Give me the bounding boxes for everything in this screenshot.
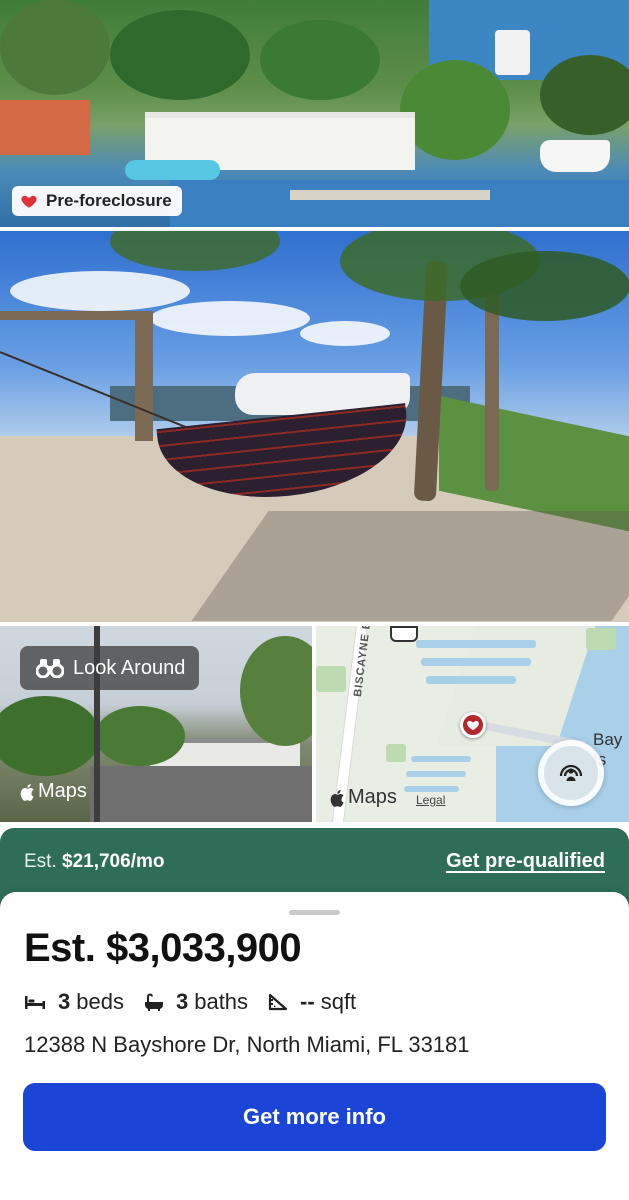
sqft-label: sqft <box>320 989 357 1014</box>
photo-decor <box>125 160 220 180</box>
maps-brand-label: Maps <box>348 786 397 808</box>
photo-decor <box>110 231 280 271</box>
heart-icon <box>21 195 37 208</box>
look-around-button[interactable]: Look Around <box>20 646 200 690</box>
bed-icon <box>25 996 45 1009</box>
look-around-label: Look Around <box>73 656 186 679</box>
map-decor <box>386 744 406 762</box>
map-thumbnail[interactable]: BISCAYNE BLVD Bay Is Maps Legal <box>316 626 629 822</box>
photo-decor <box>10 271 190 311</box>
photo-decor <box>135 311 153 441</box>
photo-decor <box>90 766 312 822</box>
sqft-value: -- <box>300 989 315 1014</box>
bathtub-icon <box>144 993 163 1011</box>
apple-logo-icon <box>20 783 34 801</box>
map-decor <box>416 640 536 648</box>
map-look-around-button[interactable] <box>538 740 604 806</box>
estimated-price: Est. $3,033,900 <box>24 926 302 970</box>
apple-maps-logo: Maps <box>330 786 397 809</box>
property-address: 12388 N Bayshore Dr, North Miami, FL 331… <box>24 1032 470 1057</box>
beds-fact: 3 beds <box>24 989 124 1015</box>
highway-shield-icon <box>390 626 418 642</box>
map-legal-link[interactable]: Legal <box>416 793 445 807</box>
photo-decor <box>0 100 90 155</box>
look-around-person-icon <box>544 746 598 800</box>
get-pre-qualified-link[interactable]: Get pre-qualified <box>446 850 605 873</box>
photo-decor <box>110 10 250 100</box>
sqft-fact: -- sqft <box>268 989 356 1015</box>
ruler-triangle-icon <box>268 993 288 1011</box>
map-place-label-line1: Bay <box>593 730 623 749</box>
photo-decor <box>170 180 629 227</box>
photo-decor <box>300 321 390 346</box>
listing-photo-hammock[interactable] <box>0 231 629 622</box>
photo-decor <box>260 20 380 100</box>
map-decor <box>406 771 466 777</box>
maps-brand-label: Maps <box>38 780 87 802</box>
sheet-drag-handle[interactable] <box>289 910 340 915</box>
baths-fact: 3 baths <box>144 989 248 1015</box>
map-decor <box>411 756 471 762</box>
apple-maps-logo: Maps <box>20 780 87 803</box>
map-decor <box>316 666 346 692</box>
photo-decor <box>460 251 629 321</box>
beds-count: 3 <box>58 989 71 1014</box>
baths-label: baths <box>194 989 249 1014</box>
photo-decor <box>0 696 100 776</box>
map-decor <box>426 676 516 684</box>
photo-decor <box>485 291 499 491</box>
get-more-info-button[interactable]: Get more info <box>23 1083 606 1151</box>
photo-decor <box>540 140 610 172</box>
heart-pin-icon <box>460 712 486 738</box>
photo-decor <box>540 55 629 135</box>
photo-decor <box>495 30 530 75</box>
listing-details-sheet: Est. $3,033,900 3 beds 3 baths -- sqft 1… <box>0 892 629 1200</box>
photo-decor <box>0 311 150 320</box>
status-badge-label: Pre-foreclosure <box>46 191 172 210</box>
photo-decor <box>290 190 490 200</box>
apple-logo-icon <box>330 789 344 807</box>
map-decor <box>586 628 616 650</box>
photo-decor <box>0 0 110 95</box>
status-badge: Pre-foreclosure <box>12 186 182 216</box>
photo-decor <box>400 60 510 160</box>
monthly-estimate-prefix: Est. <box>24 851 57 872</box>
photo-decor <box>95 706 185 766</box>
baths-count: 3 <box>175 989 189 1014</box>
beds-label: beds <box>76 989 124 1014</box>
binoculars-icon <box>36 659 64 678</box>
listing-facts: 3 beds 3 baths -- sqft <box>24 989 376 1015</box>
monthly-estimate-amount: $21,706/mo <box>62 851 165 872</box>
map-decor <box>421 658 531 666</box>
monthly-estimate: Est. $21,706/mo <box>24 851 164 873</box>
photo-decor <box>191 511 629 621</box>
map-decor <box>404 786 459 792</box>
photo-decor <box>150 301 310 336</box>
photo-decor <box>240 636 312 746</box>
